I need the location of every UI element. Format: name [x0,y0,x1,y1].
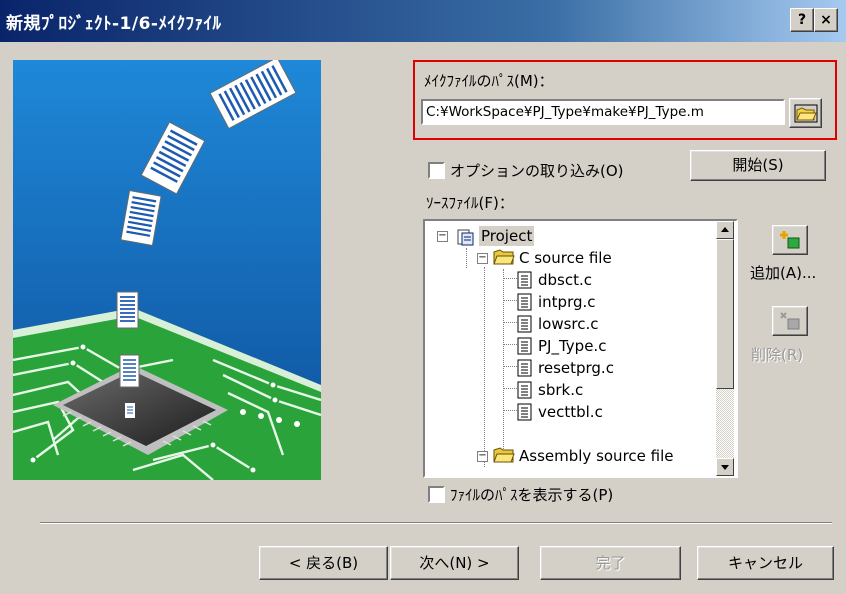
collapse-toggle[interactable]: − [477,451,488,462]
tree-folder-c-source[interactable]: C source file [519,248,612,268]
tree-file[interactable]: sbrk.c [538,380,583,400]
import-options-checkbox[interactable] [428,162,445,179]
new-project-dialog: 新規ﾌﾟﾛｼﾞｪｸﾄ-1/6-ﾒｲｸﾌｧｲﾙ ? × ﾒｲｸﾌｧｲﾙのﾊﾟｽ(M… [0,0,846,594]
source-file-tree[interactable]: − Project − C source file dbsct.c intprg… [423,219,738,478]
scroll-thumb[interactable] [716,239,734,389]
tree-folder-assembly-source[interactable]: Assembly source file [519,446,674,466]
show-path-checkbox[interactable] [428,486,445,503]
open-folder-icon [794,104,818,123]
arrow-up-icon [721,227,729,232]
next-button[interactable]: 次へ(N) > [390,546,519,580]
cancel-button[interactable]: キャンセル [697,546,834,580]
arrow-down-icon [721,465,729,470]
delete-file-icon [780,312,800,330]
help-button[interactable]: ? [790,8,814,32]
start-button[interactable]: 開始(S) [690,150,826,181]
scroll-up-button[interactable] [716,221,734,239]
tree-scrollbar[interactable] [716,221,734,476]
folder-icon [493,447,515,463]
finish-button: 完了 [540,546,681,580]
tree-file[interactable]: intprg.c [538,292,596,312]
close-button[interactable]: × [814,8,838,32]
makefile-path-label: ﾒｲｸﾌｧｲﾙのﾊﾟｽ(M)： [424,72,554,90]
browse-button[interactable] [789,98,822,128]
document-icon [517,381,532,399]
scroll-down-button[interactable] [716,458,734,476]
tree-file[interactable]: vecttbl.c [538,402,603,422]
tree-file[interactable]: lowsrc.c [538,314,599,334]
delete-label: 削除(R) [751,346,804,364]
tree-file[interactable]: resetprg.c [538,358,614,378]
wizard-illustration [13,60,321,480]
window-title: 新規ﾌﾟﾛｼﾞｪｸﾄ-1/6-ﾒｲｸﾌｧｲﾙ [6,14,222,34]
document-icon [517,337,532,355]
back-button[interactable]: < 戻る(B) [259,546,388,580]
project-icon [457,229,474,246]
tree-file[interactable]: dbsct.c [538,270,592,290]
document-icon [517,293,532,311]
makefile-path-input[interactable]: C:¥WorkSpace¥PJ_Type¥make¥PJ_Type.m [421,99,785,125]
show-path-label: ﾌｧｲﾙのﾊﾟｽを表示する(P) [450,486,614,504]
title-bar: 新規ﾌﾟﾛｼﾞｪｸﾄ-1/6-ﾒｲｸﾌｧｲﾙ ? × [0,0,846,42]
add-file-button[interactable] [772,225,808,255]
document-icon [517,403,532,421]
add-file-icon [780,231,800,249]
collapse-toggle[interactable]: − [437,231,448,242]
folder-icon [493,249,515,265]
document-icon [517,315,532,333]
document-icon [517,359,532,377]
delete-file-button [772,306,808,336]
tree-item-project[interactable]: Project [479,226,535,246]
footer-divider [40,522,832,524]
source-files-label: ｿｰｽﾌｧｲﾙ(F)： [426,194,514,212]
document-icon [517,271,532,289]
collapse-toggle[interactable]: − [477,253,488,264]
tree-file[interactable]: PJ_Type.c [538,336,606,356]
import-options-label: オプションの取り込み(O) [450,162,624,180]
add-label[interactable]: 追加(A)... [750,262,816,283]
